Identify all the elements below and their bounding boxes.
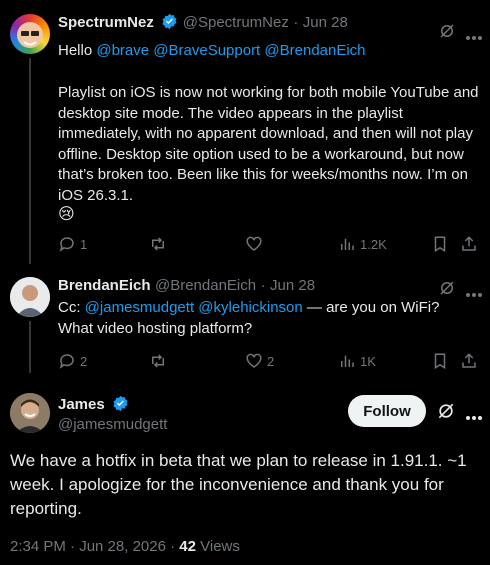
views-count: 1.2K: [360, 236, 387, 252]
avatar-jamesmudgett[interactable]: [10, 393, 50, 433]
main-display-name[interactable]: James: [58, 396, 105, 413]
follow-button[interactable]: Follow: [348, 395, 426, 427]
main-views-label: Views: [200, 538, 240, 555]
tweet2-dot: ·: [260, 277, 266, 294]
views-button[interactable]: 1.2K: [338, 235, 387, 253]
views-icon: [341, 238, 354, 250]
tweet2-body-line1: Cc: @jamesmudgett @kylehickinson — are y…: [58, 299, 440, 316]
verified-badge-icon: [112, 395, 129, 412]
like-button[interactable]: 2: [245, 352, 274, 370]
like-count: 2: [267, 353, 275, 369]
main-views-count: 42: [179, 538, 196, 555]
reply-icon: [59, 354, 74, 369]
share-button[interactable]: [460, 352, 478, 370]
mention-link[interactable]: @jamesmudgett: [85, 299, 194, 316]
views-button[interactable]: 1K: [338, 352, 376, 370]
retweet-icon: [152, 354, 164, 368]
share-icon: [462, 353, 476, 368]
heart-icon: [246, 353, 262, 368]
like-button[interactable]: [245, 235, 263, 253]
tweet2-actions: 2 2 1K: [58, 352, 483, 372]
tweet1-actions: 1 1.2K: [58, 235, 483, 255]
retweet-button[interactable]: [149, 352, 167, 370]
share-button[interactable]: [460, 235, 478, 253]
retweet-button[interactable]: [149, 235, 167, 253]
reply-icon: [59, 237, 74, 252]
avatar-spectrumnez[interactable]: [10, 14, 50, 54]
tweet2-body-line2: What video hosting platform?: [58, 320, 253, 337]
heart-icon: [246, 236, 262, 251]
main-body: We have a hotfix in beta that we plan to…: [10, 451, 467, 518]
avatar-brendaneich[interactable]: [10, 277, 50, 317]
grok-icon[interactable]: [438, 22, 456, 40]
main-handle[interactable]: @jamesmudgett: [58, 416, 167, 433]
tweet1-greeting: Hello @brave @BraveSupport @BrendanEich: [58, 42, 366, 59]
more-options-icon[interactable]: [465, 28, 483, 40]
grok-icon[interactable]: [436, 401, 456, 421]
tweet1-header: SpectrumNez @SpectrumNez · Jun 28: [58, 13, 348, 32]
tweet1-body: Playlist on iOS is now not working for b…: [58, 84, 479, 204]
mention-link[interactable]: @brave: [96, 42, 149, 59]
tweet1-handle[interactable]: @SpectrumNez: [183, 14, 289, 31]
reply-button[interactable]: 1: [58, 235, 87, 253]
bookmark-button[interactable]: [431, 352, 449, 370]
share-icon: [462, 236, 476, 251]
tweet1-dot: ·: [293, 14, 299, 31]
reply-count: 2: [80, 353, 88, 369]
mention-link[interactable]: @BraveSupport: [153, 42, 260, 59]
bookmark-icon: [434, 353, 446, 370]
more-options-icon[interactable]: [465, 408, 483, 420]
reply-button[interactable]: 2: [58, 352, 87, 370]
tweet2-display-name[interactable]: BrendanEich: [58, 277, 151, 294]
mention-link[interactable]: @kylehickinson: [198, 299, 302, 316]
reply-count: 1: [80, 236, 88, 252]
main-header: James: [58, 395, 129, 414]
thread-line: [29, 58, 31, 264]
main-timestamp[interactable]: 2:34 PM · Jun 28, 2026 ·: [10, 538, 175, 555]
views-count: 1K: [360, 353, 376, 369]
tweet2-date[interactable]: Jun 28: [270, 277, 315, 294]
main-meta: 2:34 PM · Jun 28, 2026 · 42 Views: [10, 538, 240, 555]
mention-link[interactable]: @BrendanEich: [264, 42, 365, 59]
more-options-icon[interactable]: [465, 285, 483, 297]
bookmark-icon: [434, 236, 446, 253]
bookmark-button[interactable]: [431, 235, 449, 253]
retweet-icon: [152, 237, 164, 251]
tweet2-header: BrendanEich @BrendanEich · Jun 28: [58, 277, 315, 295]
verified-badge-icon: [161, 13, 178, 30]
grok-icon[interactable]: [438, 279, 456, 297]
views-icon: [341, 355, 354, 367]
tweet2-handle[interactable]: @BrendanEich: [155, 277, 256, 294]
tweet1-emoji: 😢: [58, 206, 75, 223]
tweet1-display-name[interactable]: SpectrumNez: [58, 14, 154, 31]
tweet1-date[interactable]: Jun 28: [303, 14, 348, 31]
thread-line: [29, 321, 31, 373]
